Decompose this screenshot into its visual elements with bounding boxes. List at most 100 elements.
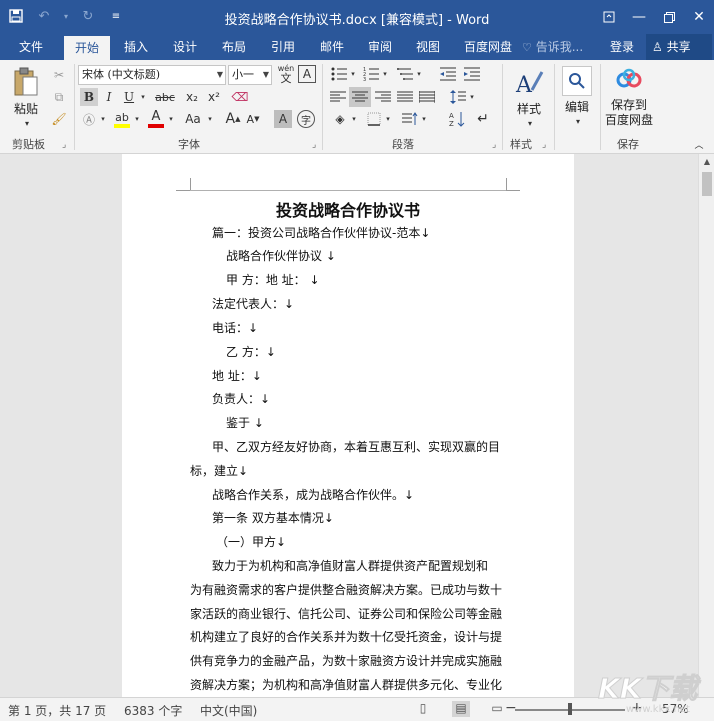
character-border-icon[interactable]: A (298, 65, 316, 83)
chinese-layout-icon[interactable] (400, 110, 420, 128)
tab-layout[interactable]: 布局 (212, 34, 256, 60)
redo-icon[interactable]: ↻ (78, 6, 98, 26)
ribbon-display-options-icon[interactable] (594, 0, 624, 34)
chevron-down-icon[interactable]: ▾ (62, 6, 70, 26)
text-effects-icon[interactable]: Ⓐ (80, 110, 98, 128)
collapse-ribbon-icon[interactable]: ︿ (692, 138, 706, 151)
show-formatting-marks-icon[interactable]: ↵ (474, 110, 492, 128)
distributed-icon[interactable] (417, 88, 437, 106)
character-shading-button[interactable]: A (274, 110, 292, 128)
login-link[interactable]: 登录 (610, 34, 634, 60)
chevron-down-icon[interactable]: ▾ (20, 118, 34, 128)
vertical-scrollbar[interactable]: ▲ (698, 154, 714, 697)
dialog-launcher-icon[interactable]: ⌟ (62, 140, 66, 150)
superscript-button[interactable]: x² (204, 88, 224, 106)
dialog-launcher-icon[interactable]: ⌟ (492, 140, 496, 150)
decrease-indent-icon[interactable] (438, 65, 458, 83)
undo-icon[interactable]: ↶ (34, 6, 54, 26)
minimize-icon[interactable]: — (624, 0, 654, 34)
chevron-down-icon[interactable]: ▾ (524, 118, 536, 128)
font-color-icon[interactable]: A (146, 108, 166, 130)
underline-button[interactable]: U (120, 88, 138, 106)
align-left-icon[interactable] (328, 88, 348, 106)
search-icon[interactable] (562, 66, 592, 96)
chevron-down-icon[interactable]: ▼ (263, 66, 269, 84)
borders-icon[interactable] (364, 110, 384, 128)
numbering-icon[interactable]: 123 (360, 65, 382, 83)
align-right-icon[interactable] (373, 88, 393, 106)
tell-me-box[interactable]: ♡ 告诉我... (522, 34, 583, 60)
increase-indent-icon[interactable] (462, 65, 482, 83)
paste-icon[interactable] (12, 66, 40, 98)
styles-button[interactable]: 样式 (510, 100, 548, 117)
chevron-down-icon[interactable]: ▾ (349, 69, 357, 79)
strikethrough-button[interactable]: abc (152, 88, 178, 106)
line-spacing-icon[interactable] (448, 88, 468, 106)
tab-references[interactable]: 引用 (261, 34, 305, 60)
cut-icon[interactable]: ✂ (50, 66, 68, 84)
font-name-combo[interactable]: 宋体 (中文标题) ▼ (78, 65, 226, 85)
chevron-down-icon[interactable]: ▾ (381, 69, 389, 79)
change-case-button[interactable]: Aa (180, 110, 206, 128)
scroll-up-icon[interactable]: ▲ (701, 156, 713, 168)
sort-icon[interactable]: AZ (447, 110, 467, 128)
multilevel-list-icon[interactable] (394, 65, 416, 83)
document-page[interactable]: 投资战略合作协议书 篇一：投资公司战略合作伙伴协议-范本↓ 战略合作伙伴协议 ↓… (122, 154, 574, 697)
font-size-combo[interactable]: 小一 ▼ (228, 65, 272, 85)
editing-button[interactable]: 编辑 (558, 98, 596, 115)
customize-qat-icon[interactable]: ≡ (106, 6, 126, 26)
tab-baidu-netdisk[interactable]: 百度网盘 (456, 34, 520, 60)
word-count[interactable]: 6383 个字 (124, 702, 182, 719)
close-icon[interactable]: ✕ (684, 0, 714, 34)
chevron-down-icon[interactable]: ▾ (384, 114, 392, 124)
print-layout-icon[interactable]: ▤ (452, 701, 470, 717)
tab-insert[interactable]: 插入 (114, 34, 158, 60)
restore-icon[interactable] (654, 0, 684, 34)
chevron-down-icon[interactable]: ▾ (99, 114, 107, 124)
language-indicator[interactable]: 中文(中国) (200, 702, 257, 719)
bold-button[interactable]: B (80, 88, 98, 106)
page-count[interactable]: 第 1 页，共 17 页 (8, 702, 106, 719)
web-layout-icon[interactable]: ▭ (488, 701, 506, 717)
save-icon[interactable] (6, 6, 26, 26)
shrink-font-button[interactable]: A ▼ (244, 110, 262, 128)
read-mode-icon[interactable]: ▯ (414, 701, 432, 717)
phonetic-guide-icon[interactable]: wén 文 (276, 64, 296, 84)
copy-icon[interactable]: ⧉ (50, 88, 68, 106)
shading-icon[interactable]: ◈ (330, 110, 350, 128)
chevron-down-icon[interactable]: ▾ (415, 69, 423, 79)
share-button[interactable]: ♙ 共享 (646, 34, 712, 60)
justify-icon[interactable] (395, 88, 415, 106)
bullets-icon[interactable] (328, 65, 350, 83)
chevron-down-icon[interactable]: ▾ (206, 114, 214, 124)
italic-button[interactable]: I (100, 88, 118, 106)
tab-home[interactable]: 开始 (64, 36, 110, 60)
dialog-launcher-icon[interactable]: ⌟ (312, 140, 316, 150)
chevron-down-icon[interactable]: ▾ (420, 114, 428, 124)
chevron-down-icon[interactable]: ▾ (139, 92, 147, 102)
scroll-thumb[interactable] (702, 172, 712, 196)
chevron-down-icon[interactable]: ▾ (572, 116, 584, 126)
zoom-slider-thumb[interactable] (568, 703, 572, 715)
tab-review[interactable]: 审阅 (358, 34, 402, 60)
clear-formatting-icon[interactable]: ⌫ (230, 88, 250, 106)
enclose-characters-button[interactable]: 字 (297, 110, 315, 128)
chevron-down-icon[interactable]: ▼ (217, 66, 223, 84)
chevron-down-icon[interactable]: ▾ (167, 114, 175, 124)
chevron-down-icon[interactable]: ▾ (133, 114, 141, 124)
align-center-icon[interactable] (349, 87, 371, 107)
paste-button[interactable]: 粘贴 (10, 100, 42, 117)
grow-font-button[interactable]: A ▲ (224, 110, 242, 128)
styles-icon[interactable]: A (512, 66, 546, 100)
save-to-baidu-button[interactable]: 保存到 百度网盘 (602, 98, 656, 128)
highlight-color-icon[interactable]: ab (112, 108, 132, 130)
chevron-down-icon[interactable]: ▾ (350, 114, 358, 124)
tab-design[interactable]: 设计 (163, 34, 207, 60)
zoom-out-icon[interactable]: − (505, 700, 517, 716)
tab-mailings[interactable]: 邮件 (310, 34, 354, 60)
tab-file[interactable]: 文件 (8, 34, 54, 60)
subscript-button[interactable]: x₂ (182, 88, 202, 106)
format-painter-icon[interactable]: 🖌 (50, 110, 68, 128)
tab-view[interactable]: 视图 (406, 34, 450, 60)
dialog-launcher-icon[interactable]: ⌟ (542, 140, 546, 150)
